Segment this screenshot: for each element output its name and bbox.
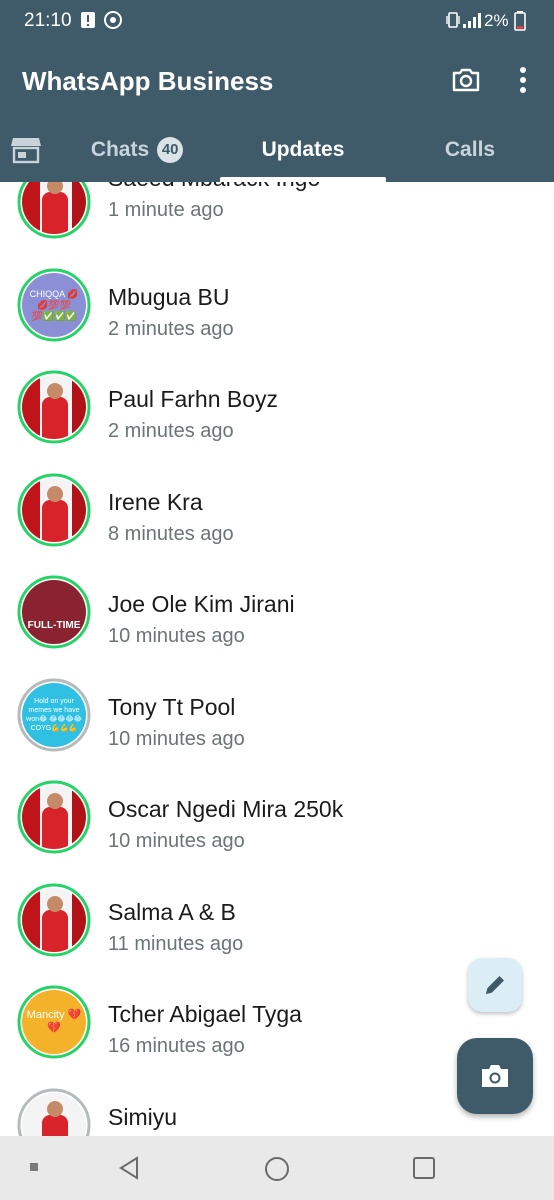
avatar: CHIQQA 💋💋💯💯 💯✅✅✅ [22,273,86,337]
update-time: 10 minutes ago [108,728,245,750]
store-icon[interactable] [10,136,42,164]
avatar-text: Hold on your memes we have won😂 😂😂😂😂 COY… [26,698,82,732]
update-time: 8 minutes ago [108,523,234,545]
contact-name: Joe Ole Kim Jirani [108,591,295,617]
update-time: 10 minutes ago [108,830,245,852]
avatar [22,375,86,439]
avatar [22,785,86,849]
tab-updates-label: Updates [261,138,345,161]
contact-name: Oscar Ngedi Mira 250k [108,796,344,822]
update-time: 2 minutes ago [108,420,234,442]
status-row[interactable]: Irene Kra 8 minutes ago [0,459,554,561]
contact-name: Tcher Abigael Tyga [108,1001,302,1027]
more-vert-icon[interactable] [512,64,534,96]
status-row[interactable]: FULL-TIME Joe Ole Kim Jirani 10 minutes … [0,561,554,663]
tab-calls[interactable]: Calls [386,118,554,182]
camera-icon[interactable] [450,64,482,96]
home-icon[interactable] [264,1156,290,1182]
avatar: Mancity 💔💔 [22,990,86,1054]
contact-name: Simiyu [108,1104,178,1130]
contact-name: Saeed Mbarack Ingo [108,182,320,192]
update-time: 10 minutes ago [108,625,245,647]
status-row[interactable]: Oscar Ngedi Mira 250k 10 minutes ago [0,766,554,868]
pencil-icon [486,976,504,994]
status-row[interactable]: Hold on your memes we have won😂 😂😂😂😂 COY… [0,664,554,766]
system-nav-bar [0,1136,554,1200]
new-text-status-button[interactable] [468,958,522,1012]
update-time: 11 minutes ago [108,933,244,955]
avatar-text: FULL-TIME [27,620,81,631]
battery-percent: 2% [484,11,509,30]
status-row[interactable]: Paul Farhn Boyz 2 minutes ago [0,356,554,458]
tab-chats[interactable]: Chats 40 [54,118,220,182]
status-time: 21:10 [24,10,72,31]
new-photo-status-button[interactable] [457,1038,533,1114]
update-time: 16 minutes ago [108,1035,245,1057]
camera-icon [482,1065,508,1087]
contact-name: Irene Kra [108,489,203,515]
signal-icon [463,13,481,28]
status-row[interactable]: Saeed Mbarack Ingo 1 minute ago [0,182,554,253]
avatar [22,478,86,542]
tab-calls-label: Calls [444,138,496,161]
avatar-text: Mancity 💔💔 [26,1009,82,1034]
contact-name: Paul Farhn Boyz [108,386,279,412]
status-row[interactable]: CHIQQA 💋💋💯💯 💯✅✅✅ Mbugua BU 2 minutes ago [0,254,554,356]
avatar-text: CHIQQA 💋💋💯💯 💯✅✅✅ [29,288,79,321]
avatar: FULL-TIME [22,580,86,644]
alert-icon [81,12,95,28]
update-time: 1 minute ago [108,199,224,221]
overview-icon[interactable] [412,1156,436,1180]
contact-name: Tony Tt Pool [108,694,236,720]
battery-icon [514,11,526,31]
status-bar: 21:10 2% [0,0,554,42]
tab-updates[interactable]: Updates [220,118,386,182]
app-title: WhatsApp Business [22,66,274,96]
back-icon[interactable] [118,1156,140,1180]
avatar: Hold on your memes we have won😂 😂😂😂😂 COY… [22,683,86,747]
avatar [22,182,86,234]
contact-name: Salma A & B [108,899,236,925]
chrome-icon [104,11,122,29]
unread-count-badge: 40 [157,137,184,163]
contact-name: Mbugua BU [108,284,230,310]
tab-chats-label: Chats [90,138,150,161]
avatar [22,888,86,952]
tab-bar: Chats 40 Updates Calls [0,118,554,182]
vibrate-icon [446,12,460,28]
recents-dot-icon [30,1163,38,1171]
update-time: 2 minutes ago [108,318,234,340]
app-bar: WhatsApp Business [0,42,554,118]
status-row[interactable]: Salma A & B 11 minutes ago [0,869,554,971]
